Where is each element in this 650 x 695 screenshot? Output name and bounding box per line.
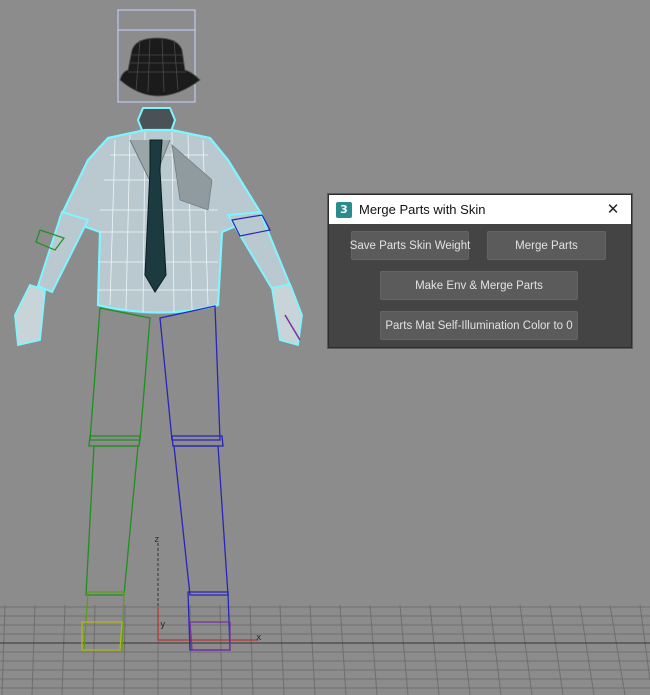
y-axis-label: y	[160, 620, 166, 630]
parts-mat-self-illumination-button[interactable]: Parts Mat Self-Illumination Color to 0	[380, 311, 578, 340]
right-leg-wireframe[interactable]	[159, 305, 231, 651]
right-arm-mesh[interactable]	[226, 210, 303, 347]
left-arm-mesh[interactable]	[14, 210, 90, 347]
z-axis-label: z	[154, 535, 160, 545]
3dsmax-app-icon: 3	[336, 201, 352, 218]
dialog-title: Merge Parts with Skin	[359, 202, 486, 217]
bowler-hat-mesh[interactable]	[119, 37, 201, 97]
make-env-merge-parts-button[interactable]: Make Env & Merge Parts	[380, 271, 578, 300]
merge-parts-button[interactable]: Merge Parts	[487, 231, 606, 260]
dialog-titlebar[interactable]: 3 Merge Parts with Skin ✕	[329, 195, 631, 224]
x-axis-label: x	[256, 633, 262, 643]
save-parts-skin-weight-button[interactable]: Save Parts Skin Weight	[350, 231, 470, 260]
merge-parts-dialog: 3 Merge Parts with Skin ✕ Save Parts Ski…	[328, 194, 632, 348]
close-icon[interactable]: ✕	[603, 199, 623, 219]
left-leg-wireframe[interactable]	[81, 307, 151, 651]
